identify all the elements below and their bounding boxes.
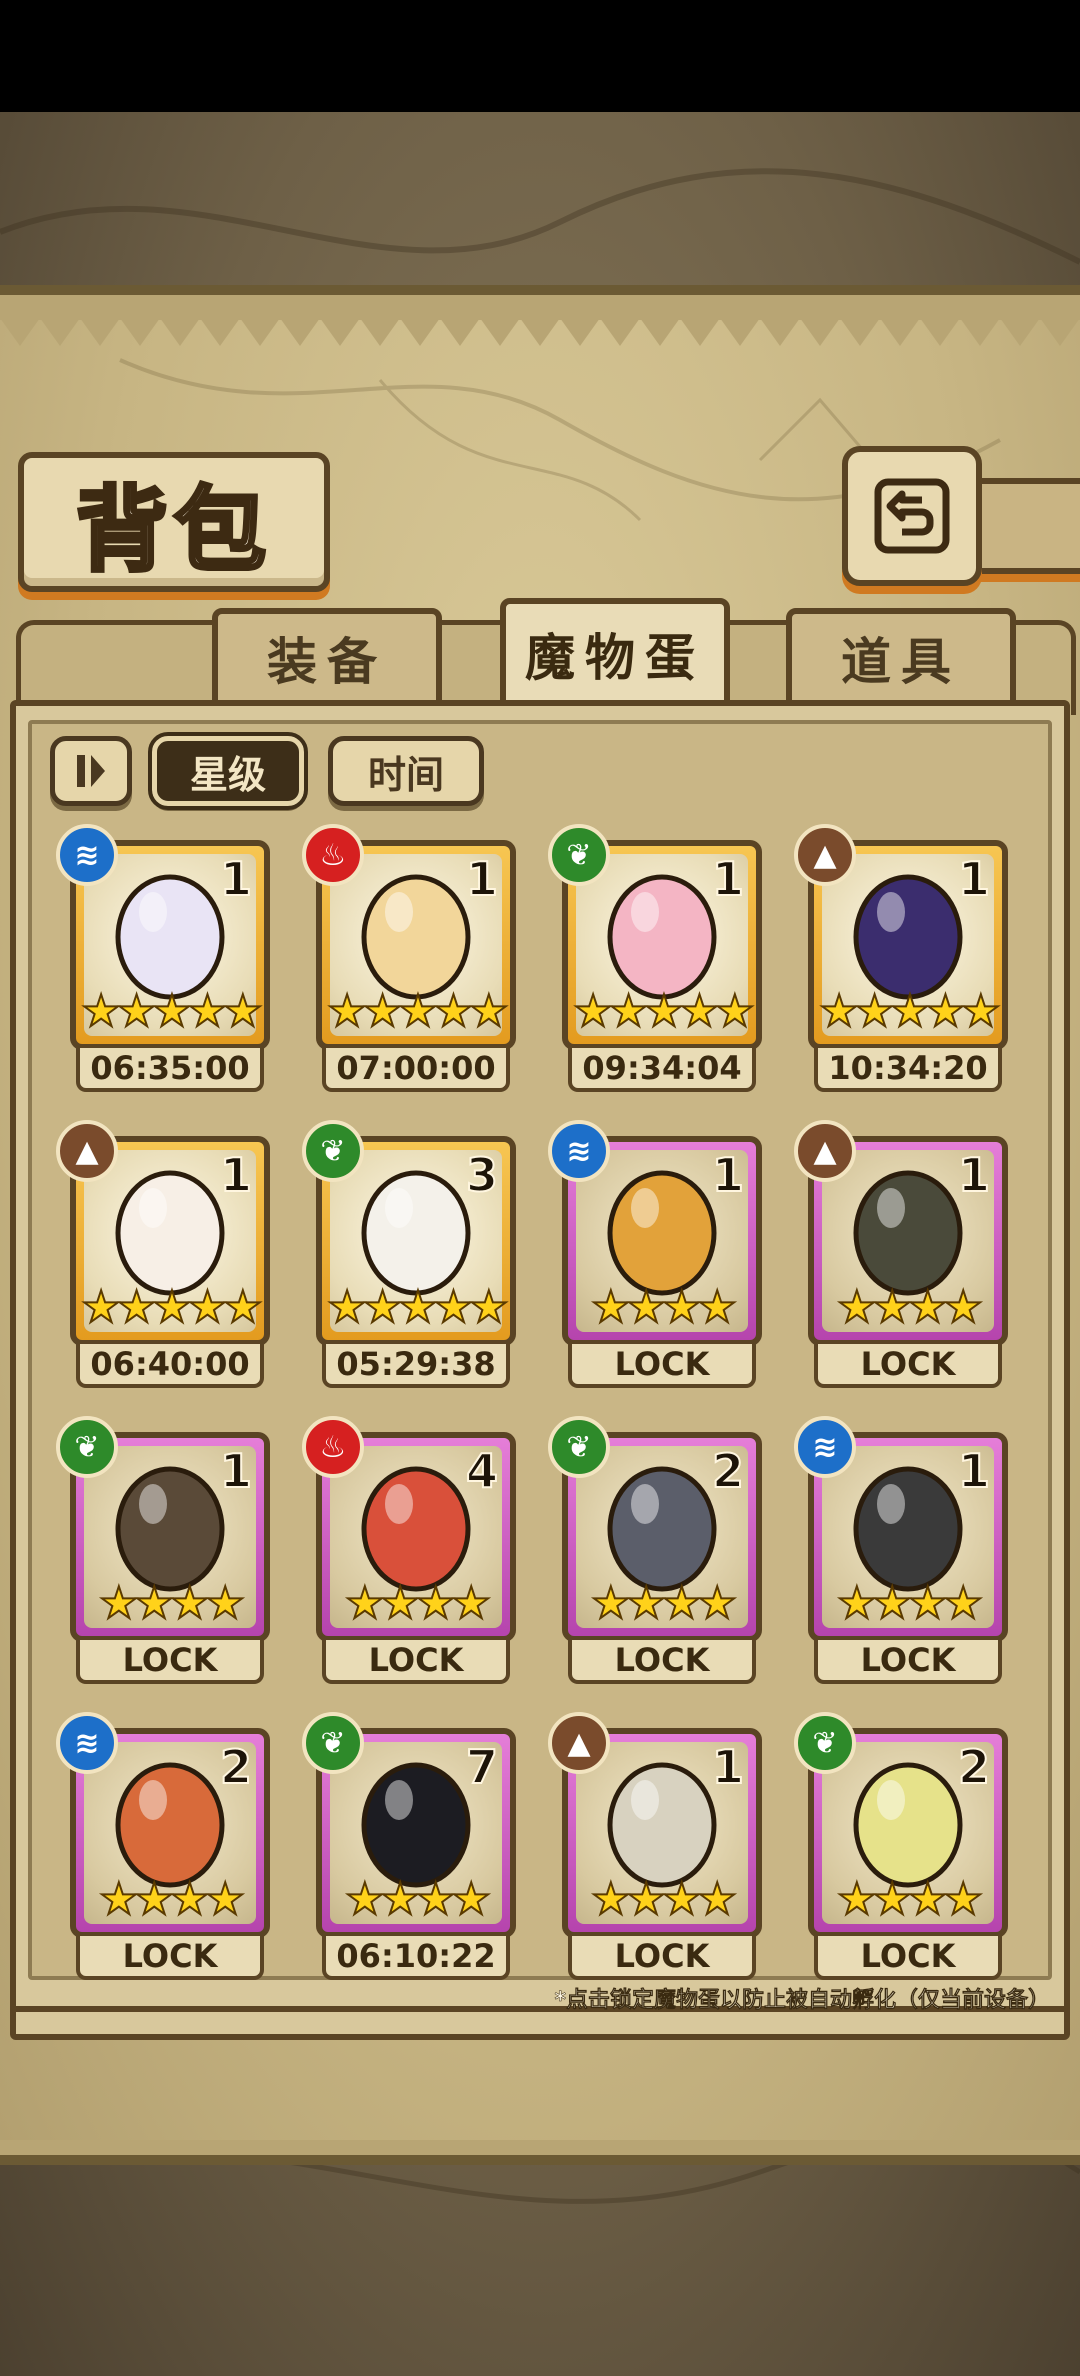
lock-label[interactable]: LOCK	[568, 1936, 756, 1980]
star-rating: ★★★★	[836, 1578, 984, 1629]
grass-element-icon: ❦	[302, 1712, 364, 1774]
earth-element-icon: ▲	[56, 1120, 118, 1182]
filter-star-button[interactable]: 星级	[148, 732, 308, 810]
lock-hint-text: *点击锁定魔物蛋以防止被自动孵化（仅当前设备）	[554, 1988, 1050, 2014]
hatch-timer[interactable]: 09:34:04	[568, 1048, 756, 1092]
tab-label: 道具	[841, 633, 961, 691]
lock-label[interactable]: LOCK	[568, 1344, 756, 1388]
egg-count: 1	[711, 1739, 745, 1795]
hatch-timer[interactable]: 06:10:22	[322, 1936, 510, 1980]
egg-count: 7	[465, 1739, 499, 1795]
egg-count: 1	[219, 1147, 253, 1203]
tab-items[interactable]: 道具	[786, 608, 1016, 708]
egg-count: 1	[957, 851, 991, 907]
egg-count: 4	[465, 1443, 499, 1499]
egg-count: 1	[711, 851, 745, 907]
earth-element-icon: ▲	[794, 1120, 856, 1182]
hatch-timer[interactable]: 05:29:38	[322, 1344, 510, 1388]
sort-icon	[77, 755, 105, 787]
filter-label: 时间	[367, 752, 444, 797]
star-rating: ★★★★	[590, 1874, 738, 1925]
egg-count: 2	[711, 1443, 745, 1499]
egg-count: 1	[957, 1443, 991, 1499]
tab-label: 魔物蛋	[525, 629, 705, 687]
title-plate: 背包	[18, 452, 330, 592]
fire-element-icon: ♨	[302, 1416, 364, 1478]
earth-element-icon: ▲	[548, 1712, 610, 1774]
grass-element-icon: ❦	[548, 824, 610, 886]
star-rating: ★★★★★	[572, 986, 755, 1037]
egg-count: 2	[219, 1739, 253, 1795]
back-arrow-icon	[874, 478, 950, 554]
tab-label: 装备	[267, 633, 387, 691]
water-element-icon: ≋	[548, 1120, 610, 1182]
star-rating: ★★★★	[98, 1874, 246, 1925]
egg-count: 1	[711, 1147, 745, 1203]
grass-element-icon: ❦	[56, 1416, 118, 1478]
filter-time-button[interactable]: 时间	[328, 736, 484, 806]
star-rating: ★★★★	[836, 1282, 984, 1333]
earth-element-icon: ▲	[794, 824, 856, 886]
star-rating: ★★★★	[590, 1282, 738, 1333]
grass-element-icon: ❦	[548, 1416, 610, 1478]
back-button[interactable]	[842, 446, 982, 586]
lock-label[interactable]: LOCK	[814, 1936, 1002, 1980]
lock-label[interactable]: LOCK	[76, 1936, 264, 1980]
lock-label[interactable]: LOCK	[76, 1640, 264, 1684]
hatch-timer[interactable]: 06:35:00	[76, 1048, 264, 1092]
lock-label[interactable]: LOCK	[322, 1640, 510, 1684]
egg-count: 1	[465, 851, 499, 907]
hatch-timer[interactable]: 07:00:00	[322, 1048, 510, 1092]
egg-count: 3	[465, 1147, 499, 1203]
fire-element-icon: ♨	[302, 824, 364, 886]
star-rating: ★★★★★	[80, 1282, 263, 1333]
lock-label[interactable]: LOCK	[814, 1640, 1002, 1684]
water-element-icon: ≋	[794, 1416, 856, 1478]
egg-count: 1	[957, 1147, 991, 1203]
filter-label: 星级	[189, 752, 266, 797]
hatch-timer[interactable]: 06:40:00	[76, 1344, 264, 1388]
torn-edge-top	[0, 318, 1080, 346]
star-rating: ★★★★	[344, 1874, 492, 1925]
page-title: 背包	[74, 474, 272, 586]
hatch-timer[interactable]: 10:34:20	[814, 1048, 1002, 1092]
tab-monster-eggs[interactable]: 魔物蛋	[500, 598, 730, 710]
star-rating: ★★★★★	[818, 986, 1001, 1037]
star-rating: ★★★★★	[326, 986, 509, 1037]
water-element-icon: ≋	[56, 824, 118, 886]
star-rating: ★★★★	[590, 1578, 738, 1629]
grass-element-icon: ❦	[302, 1120, 364, 1182]
lock-label[interactable]: LOCK	[568, 1640, 756, 1684]
lock-label[interactable]: LOCK	[814, 1344, 1002, 1388]
egg-count: 1	[219, 1443, 253, 1499]
star-rating: ★★★★	[98, 1578, 246, 1629]
grass-element-icon: ❦	[794, 1712, 856, 1774]
sort-order-button[interactable]	[50, 736, 132, 806]
star-rating: ★★★★	[344, 1578, 492, 1629]
water-element-icon: ≋	[56, 1712, 118, 1774]
tab-equipment[interactable]: 装备	[212, 608, 442, 708]
star-rating: ★★★★	[836, 1874, 984, 1925]
star-rating: ★★★★★	[80, 986, 263, 1037]
egg-count: 2	[957, 1739, 991, 1795]
star-rating: ★★★★★	[326, 1282, 509, 1333]
egg-count: 1	[219, 851, 253, 907]
